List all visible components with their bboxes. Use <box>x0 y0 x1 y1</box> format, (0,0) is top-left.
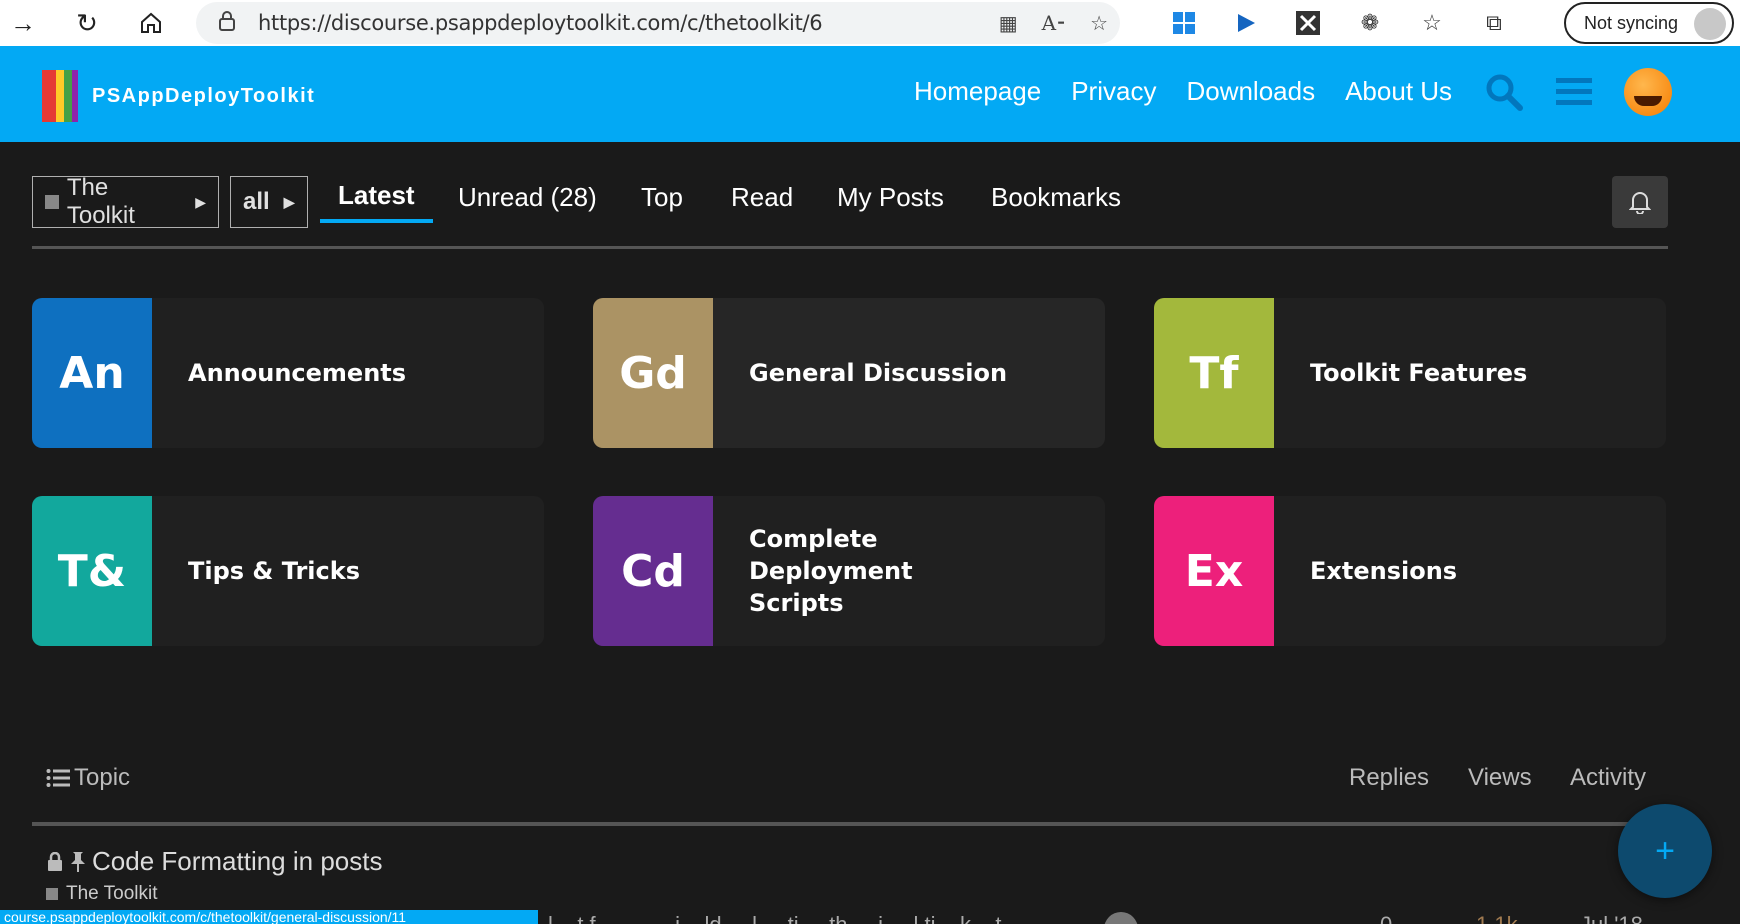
category-name: Toolkit Features <box>1310 359 1528 387</box>
topic-title-link[interactable]: Code Formatting in posts <box>92 846 382 877</box>
logo-text: PSAppDeployToolkit <box>92 84 316 107</box>
category-breadcrumb-label: The Toolkit <box>66 174 135 229</box>
nav-divider <box>32 246 1668 249</box>
category-name: General Discussion <box>749 359 1008 387</box>
views-count: 1.1k <box>1476 912 1518 924</box>
tab-unread[interactable]: Unread (28) <box>458 182 597 213</box>
favorites-icon[interactable]: ☆ <box>1418 9 1446 37</box>
category-name: Complete Deployment Scripts <box>749 525 913 617</box>
header-link-homepage[interactable]: Homepage <box>914 76 1041 107</box>
category-color-swatch <box>46 888 58 900</box>
topic-list-divider <box>32 822 1650 826</box>
lock-icon[interactable] <box>218 10 240 36</box>
category-color-swatch <box>45 195 59 209</box>
site-header: PSAppDeployToolkit Homepage Privacy Down… <box>0 46 1740 142</box>
replies-column-header[interactable]: Replies <box>1349 764 1429 792</box>
category-name: Tips & Tricks <box>188 557 360 585</box>
topic-category-label: The Toolkit <box>66 883 158 904</box>
tab-latest[interactable]: Latest <box>320 180 433 223</box>
hamburger-menu-icon[interactable] <box>1554 70 1594 114</box>
category-tile-extensions[interactable]: Ex Extensions <box>1154 496 1666 646</box>
forward-icon[interactable]: → <box>0 0 46 46</box>
tab-top[interactable]: Top <box>641 182 683 213</box>
category-tile-toolkit-features[interactable]: Tf Toolkit Features <box>1154 298 1666 448</box>
subcategory-breadcrumb-label: all <box>243 188 270 215</box>
category-breadcrumb-dropdown[interactable]: The Toolkit ▶ <box>32 174 219 229</box>
refresh-icon[interactable]: ↻ <box>64 0 110 46</box>
caret-right-icon: ▶ <box>283 193 295 210</box>
tab-bookmarks[interactable]: Bookmarks <box>991 182 1121 213</box>
table-row: Code Formatting in posts The Toolkit <box>46 846 1646 905</box>
header-link-about-us[interactable]: About Us <box>1345 76 1452 107</box>
url-text[interactable]: https://discourse.psappdeploytoolkit.com… <box>258 11 823 35</box>
address-bar[interactable]: https://discourse.psappdeploytoolkit.com… <box>196 2 1120 44</box>
category-tile-tips-and-tricks[interactable]: T& Tips & Tricks <box>32 496 544 646</box>
topic-column-header[interactable]: Topic <box>46 764 130 792</box>
add-favorite-icon[interactable]: ☆ <box>1090 11 1108 36</box>
category-badge: Tf <box>1154 298 1274 448</box>
category-badge: T& <box>32 496 152 646</box>
bell-icon <box>1629 192 1651 214</box>
app-available-icon[interactable]: ▦ <box>999 11 1018 36</box>
category-badge: Ex <box>1154 496 1274 646</box>
collections-icon[interactable]: ⧉ <box>1480 9 1508 37</box>
poster-avatar[interactable] <box>1104 912 1138 924</box>
sync-button[interactable]: Not syncing <box>1564 2 1734 44</box>
header-link-privacy[interactable]: Privacy <box>1071 76 1156 107</box>
topic-excerpt[interactable]: l ...t f ... ... ... i ...ld ... l ... t… <box>548 912 1002 924</box>
topic-list-header: Topic Replies Views Activity <box>32 764 1650 808</box>
tab-read[interactable]: Read <box>731 182 793 213</box>
category-tile-general-discussion[interactable]: Gd General Discussion <box>593 298 1105 448</box>
category-name: Extensions <box>1310 557 1458 585</box>
topic-header-label: Topic <box>74 764 131 791</box>
create-topic-fab[interactable]: + <box>1618 804 1712 898</box>
topic-category-badge[interactable]: The Toolkit <box>46 883 1646 905</box>
play-extension-icon[interactable] <box>1232 9 1260 37</box>
profile-avatar <box>1694 8 1726 40</box>
replies-count: 0 <box>1380 912 1392 924</box>
home-icon[interactable] <box>128 0 174 46</box>
category-badge: Gd <box>593 298 713 448</box>
search-icon[interactable] <box>1484 70 1524 114</box>
pin-icon <box>71 851 85 872</box>
x-extension-icon[interactable] <box>1294 9 1322 37</box>
notification-level-button[interactable] <box>1612 176 1668 228</box>
windows-extension-icon[interactable] <box>1170 9 1198 37</box>
sync-label: Not syncing <box>1584 12 1679 33</box>
lock-icon <box>48 851 62 871</box>
activity-column-header[interactable]: Activity <box>1570 764 1646 792</box>
user-avatar[interactable] <box>1624 68 1672 116</box>
logo-mark-icon <box>42 70 78 122</box>
category-badge: Cd <box>593 496 713 646</box>
browser-toolbar: → ↻ https://discourse.psappdeploytoolkit… <box>0 0 1740 46</box>
category-name: Announcements <box>188 359 407 387</box>
status-bar-url: course.psappdeploytoolkit.com/c/thetoolk… <box>0 910 538 924</box>
category-badge: An <box>32 298 152 448</box>
activity-date[interactable]: Jul '18 <box>1580 912 1643 924</box>
caret-right-icon: ▶ <box>195 193 206 210</box>
views-column-header[interactable]: Views <box>1468 764 1532 792</box>
category-nav: The Toolkit ▶ all ▶ Latest Unread (28) T… <box>32 174 1668 252</box>
category-tile-complete-deployment-scripts[interactable]: Cd Complete Deployment Scripts <box>593 496 1105 646</box>
header-link-downloads[interactable]: Downloads <box>1186 76 1315 107</box>
plus-icon: + <box>1655 831 1675 870</box>
extensions-puzzle-icon[interactable]: ❁ <box>1356 9 1384 37</box>
tab-my-posts[interactable]: My Posts <box>837 182 944 213</box>
subcategory-breadcrumb-dropdown[interactable]: all ▶ <box>230 176 308 228</box>
list-icon <box>46 769 70 787</box>
read-aloud-icon[interactable]: A⁃ <box>1042 11 1066 35</box>
category-tile-announcements[interactable]: An Announcements <box>32 298 544 448</box>
site-logo[interactable]: PSAppDeployToolkit <box>42 70 315 122</box>
